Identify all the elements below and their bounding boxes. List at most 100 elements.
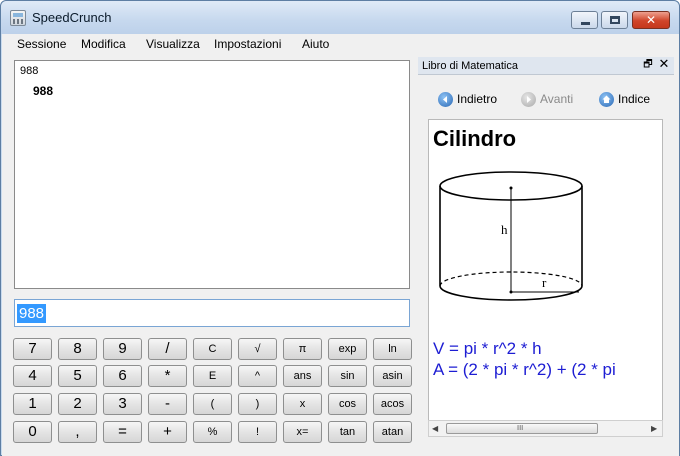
key-1-4[interactable]: E — [193, 365, 232, 387]
key-label: acos — [380, 398, 405, 410]
key-3-4[interactable]: % — [193, 421, 232, 443]
close-panel-icon[interactable]: ✕ — [658, 58, 670, 72]
key-3-5[interactable]: ! — [238, 421, 277, 443]
key-label: / — [165, 340, 170, 357]
title-bar: SpeedCrunch ✕ — [1, 1, 679, 34]
key-2-5[interactable]: ) — [238, 393, 277, 415]
key-label: x — [299, 398, 306, 410]
key-0-0[interactable]: 7 — [13, 338, 52, 360]
key-label: = — [118, 423, 127, 440]
key-0-8[interactable]: ln — [373, 338, 412, 360]
key-label: 7 — [28, 340, 37, 357]
key-3-6[interactable]: x= — [283, 421, 322, 443]
key-1-3[interactable]: * — [148, 365, 187, 387]
back-arrow-icon — [438, 92, 453, 107]
key-3-0[interactable]: 0 — [13, 421, 52, 443]
key-label: 4 — [28, 367, 37, 384]
key-1-2[interactable]: 6 — [103, 365, 142, 387]
key-3-7[interactable]: tan — [328, 421, 367, 443]
key-label: E — [208, 370, 217, 382]
key-label: 6 — [118, 367, 127, 384]
key-2-7[interactable]: cos — [328, 393, 367, 415]
menu-modifica[interactable]: Modifica — [81, 37, 126, 51]
key-label: 2 — [73, 395, 82, 412]
forward-button[interactable]: Avanti — [521, 91, 579, 109]
key-label: 8 — [73, 340, 82, 357]
key-0-3[interactable]: / — [148, 338, 187, 360]
menu-bar: Sessione Modifica Visualizza Impostazion… — [2, 34, 679, 55]
key-label: sin — [340, 370, 355, 382]
key-label: 0 — [28, 423, 37, 440]
key-1-6[interactable]: ans — [283, 365, 322, 387]
result-display[interactable]: 988 988 — [14, 60, 410, 289]
key-label: π — [298, 343, 307, 355]
history-result: 988 — [33, 84, 54, 98]
key-label: - — [165, 395, 170, 412]
forward-arrow-icon — [521, 92, 536, 107]
close-icon: ✕ — [645, 13, 657, 27]
menu-aiuto[interactable]: Aiuto — [302, 37, 329, 51]
key-3-8[interactable]: atan — [373, 421, 412, 443]
key-0-4[interactable]: C — [193, 338, 232, 360]
index-button[interactable]: Indice — [599, 91, 655, 109]
menu-impostazioni[interactable]: Impostazioni — [214, 37, 281, 51]
book-content[interactable]: Cilindro h r V = pi * r^2 * h A = (2 * p… — [428, 119, 663, 421]
minimize-button[interactable] — [571, 11, 598, 29]
app-window: SpeedCrunch ✕ Sessione Modifica Visualiz… — [0, 0, 680, 456]
scroll-right-icon[interactable]: ▶ — [651, 424, 657, 433]
key-label: ( — [210, 398, 215, 410]
minimize-icon — [581, 22, 590, 25]
close-button[interactable]: ✕ — [632, 11, 670, 29]
key-label: 3 — [118, 395, 127, 412]
back-button[interactable]: Indietro — [438, 91, 502, 109]
maximize-button[interactable] — [601, 11, 628, 29]
key-2-6[interactable]: x — [283, 393, 322, 415]
key-1-7[interactable]: sin — [328, 365, 367, 387]
key-3-3[interactable]: + — [148, 421, 187, 443]
key-label: tan — [339, 426, 356, 438]
book-heading: Cilindro — [433, 126, 517, 151]
key-label: + — [163, 423, 172, 440]
scroll-left-icon[interactable]: ◀ — [432, 424, 438, 433]
key-1-0[interactable]: 4 — [13, 365, 52, 387]
home-icon — [599, 92, 614, 107]
key-3-1[interactable]: , — [58, 421, 97, 443]
history-expression: 988 — [20, 65, 39, 77]
menu-sessione[interactable]: Sessione — [17, 37, 66, 51]
key-1-1[interactable]: 5 — [58, 365, 97, 387]
key-label: atan — [381, 426, 404, 438]
key-0-6[interactable]: π — [283, 338, 322, 360]
key-0-7[interactable]: exp — [328, 338, 367, 360]
key-0-1[interactable]: 8 — [58, 338, 97, 360]
key-0-2[interactable]: 9 — [103, 338, 142, 360]
key-label: 5 — [73, 367, 82, 384]
forward-label: Avanti — [540, 92, 574, 106]
key-1-8[interactable]: asin — [373, 365, 412, 387]
key-0-5[interactable]: √ — [238, 338, 277, 360]
key-2-3[interactable]: - — [148, 393, 187, 415]
key-label: exp — [338, 343, 357, 355]
key-label: x= — [296, 426, 309, 438]
key-2-4[interactable]: ( — [193, 393, 232, 415]
scrollbar-thumb[interactable]: III — [446, 423, 598, 434]
key-3-2[interactable]: = — [103, 421, 142, 443]
key-label: ) — [255, 398, 260, 410]
float-panel-icon[interactable]: 🗗 — [642, 59, 654, 71]
key-2-0[interactable]: 1 — [13, 393, 52, 415]
key-label: cos — [338, 398, 357, 410]
key-label: , — [75, 423, 80, 440]
index-label: Indice — [618, 92, 651, 106]
key-label: ln — [388, 343, 397, 355]
menu-visualizza[interactable]: Visualizza — [146, 37, 200, 51]
expression-input[interactable]: 988 — [14, 299, 410, 327]
key-2-8[interactable]: acos — [373, 393, 412, 415]
book-panel-titlebar: Libro di Matematica 🗗 ✕ — [418, 57, 674, 75]
key-label: √ — [254, 343, 261, 355]
key-2-1[interactable]: 2 — [58, 393, 97, 415]
maximize-icon — [610, 16, 620, 24]
key-label: asin — [382, 370, 403, 382]
horizontal-scrollbar[interactable]: ◀ III ▶ — [428, 420, 663, 437]
key-1-5[interactable]: ^ — [238, 365, 277, 387]
key-2-2[interactable]: 3 — [103, 393, 142, 415]
height-label: h — [501, 222, 508, 237]
